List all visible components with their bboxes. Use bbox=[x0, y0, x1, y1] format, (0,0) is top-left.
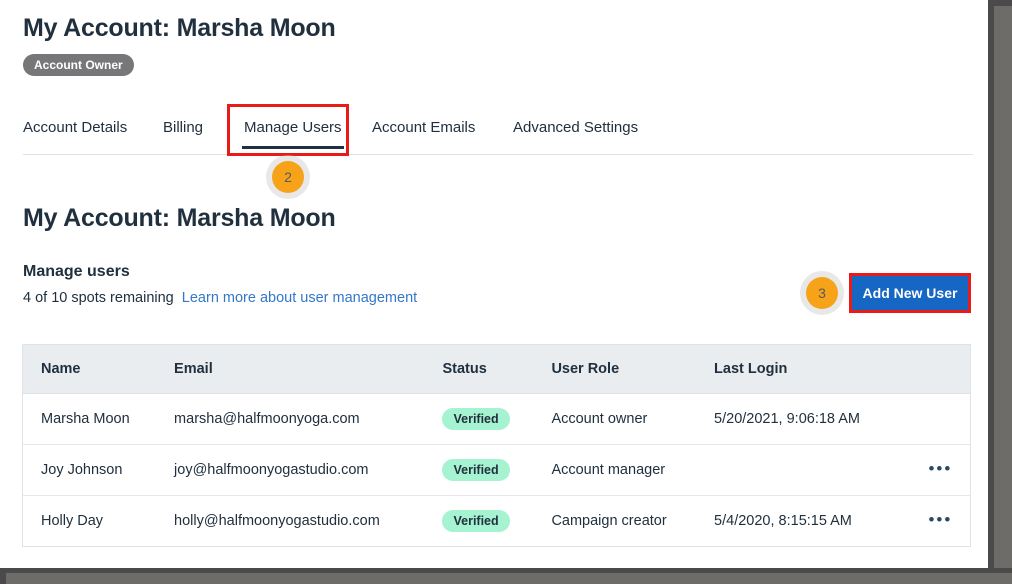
manage-users-highlight-box bbox=[227, 104, 349, 156]
window-right-shadow bbox=[994, 6, 1012, 584]
add-new-user-highlight-box: Add New User bbox=[849, 273, 971, 313]
column-header-user-role: User Role bbox=[551, 345, 714, 394]
cell-name: Marsha Moon bbox=[23, 394, 175, 445]
tab-billing[interactable]: Billing bbox=[163, 119, 203, 136]
cell-email: holly@halfmoonyogastudio.com bbox=[174, 496, 442, 547]
cell-actions: ••• bbox=[911, 445, 971, 496]
step-badge-3: 3 bbox=[806, 277, 838, 309]
cell-actions: ••• bbox=[911, 496, 971, 547]
tab-account-details[interactable]: Account Details bbox=[23, 119, 127, 136]
cell-last-login: 5/4/2020, 8:15:15 AM bbox=[714, 496, 911, 547]
cell-user-role: Account owner bbox=[551, 394, 714, 445]
cell-actions bbox=[911, 394, 971, 445]
cell-last-login: 5/20/2021, 9:06:18 AM bbox=[714, 394, 911, 445]
cell-email: joy@halfmoonyogastudio.com bbox=[174, 445, 442, 496]
account-owner-badge: Account Owner bbox=[23, 54, 134, 76]
screenshot-frame: My Account: Marsha Moon Account Owner Ac… bbox=[0, 0, 1012, 584]
cell-status: Verified bbox=[442, 445, 551, 496]
column-header-name: Name bbox=[23, 345, 175, 394]
users-table: Name Email Status User Role Last Login M… bbox=[22, 344, 971, 547]
section-title: My Account: Marsha Moon bbox=[23, 204, 336, 233]
cell-user-role: Campaign creator bbox=[551, 496, 714, 547]
cell-user-role: Account manager bbox=[551, 445, 714, 496]
table-row: Joy Johnson joy@halfmoonyogastudio.com V… bbox=[23, 445, 971, 496]
spots-remaining-text: 4 of 10 spots remaining bbox=[23, 290, 174, 306]
users-table-header: Name Email Status User Role Last Login bbox=[23, 345, 971, 394]
column-header-last-login: Last Login bbox=[714, 345, 911, 394]
tab-advanced-settings[interactable]: Advanced Settings bbox=[513, 119, 638, 136]
column-header-status: Status bbox=[442, 345, 551, 394]
cell-email: marsha@halfmoonyoga.com bbox=[174, 394, 442, 445]
row-menu-icon[interactable]: ••• bbox=[928, 515, 952, 525]
column-header-actions bbox=[911, 345, 971, 394]
learn-more-link[interactable]: Learn more about user management bbox=[182, 290, 417, 306]
row-menu-icon[interactable]: ••• bbox=[928, 464, 952, 474]
cell-name: Holly Day bbox=[23, 496, 175, 547]
column-header-email: Email bbox=[174, 345, 442, 394]
cell-status: Verified bbox=[442, 496, 551, 547]
status-badge: Verified bbox=[442, 510, 509, 532]
status-badge: Verified bbox=[442, 408, 509, 430]
account-page: My Account: Marsha Moon Account Owner Ac… bbox=[0, 0, 988, 568]
cell-status: Verified bbox=[442, 394, 551, 445]
manage-users-heading: Manage users bbox=[23, 263, 130, 281]
users-table-body: Marsha Moon marsha@halfmoonyoga.com Veri… bbox=[23, 394, 971, 547]
tab-account-emails[interactable]: Account Emails bbox=[372, 119, 475, 136]
spots-remaining-line: 4 of 10 spots remaining Learn more about… bbox=[23, 290, 417, 306]
table-row: Marsha Moon marsha@halfmoonyoga.com Veri… bbox=[23, 394, 971, 445]
tabs-divider bbox=[23, 154, 973, 155]
cell-name: Joy Johnson bbox=[23, 445, 175, 496]
page-title: My Account: Marsha Moon bbox=[23, 14, 336, 43]
account-tabs: Account Details Billing Manage Users Acc… bbox=[23, 110, 973, 155]
table-row: Holly Day holly@halfmoonyogastudio.com V… bbox=[23, 496, 971, 547]
window-bottom-shadow bbox=[6, 573, 1012, 584]
cell-last-login bbox=[714, 445, 911, 496]
step-badge-2: 2 bbox=[272, 161, 304, 193]
table-header-row: Name Email Status User Role Last Login bbox=[23, 345, 971, 394]
window-right-edge bbox=[988, 0, 1012, 584]
window-bottom-edge bbox=[0, 568, 1012, 584]
add-new-user-button[interactable]: Add New User bbox=[852, 276, 968, 310]
status-badge: Verified bbox=[442, 459, 509, 481]
